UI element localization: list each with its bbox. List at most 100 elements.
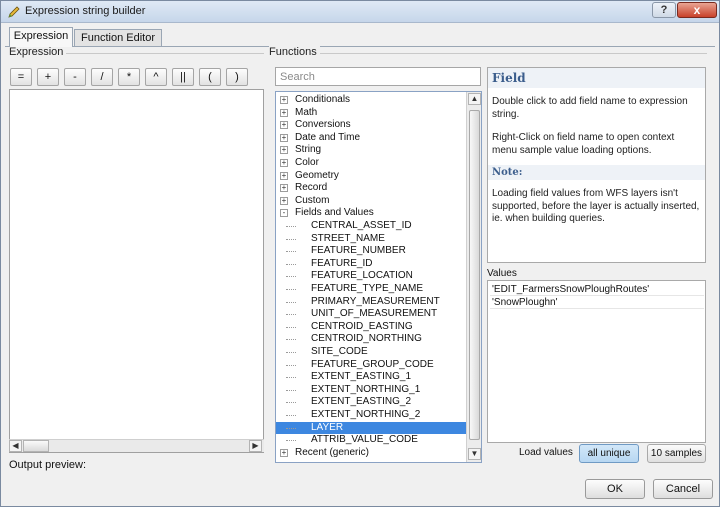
tree-field-item[interactable]: PRIMARY_MEASUREMENT bbox=[276, 296, 466, 309]
expression-builder-window: Expression string builder ? x Expression… bbox=[0, 0, 720, 507]
tree-category[interactable]: - Fields and Values bbox=[276, 207, 466, 220]
title-bar[interactable]: Expression string builder ? x bbox=[1, 1, 719, 23]
tree-field-item[interactable]: FEATURE_GROUP_CODE bbox=[276, 359, 466, 372]
tree-category[interactable]: + Conditionals bbox=[276, 94, 466, 107]
tree-branch-line bbox=[286, 402, 296, 404]
pencil-icon bbox=[8, 6, 20, 18]
tab-expression[interactable]: Expression bbox=[9, 27, 73, 47]
cancel-button[interactable]: Cancel bbox=[653, 479, 713, 499]
operator-minus-button[interactable]: - bbox=[64, 68, 86, 86]
tree-field-item[interactable]: CENTROID_NORTHING bbox=[276, 333, 466, 346]
tree-item-label: FEATURE_TYPE_NAME bbox=[311, 283, 424, 294]
tab-function-editor[interactable]: Function Editor bbox=[74, 29, 162, 47]
function-search-input[interactable] bbox=[275, 67, 481, 86]
value-item[interactable]: 'SnowPloughn' bbox=[490, 297, 704, 309]
operator-equals-button[interactable]: = bbox=[10, 68, 32, 86]
scroll-left-icon[interactable]: ◀ bbox=[9, 440, 22, 452]
operator-power-button[interactable]: ^ bbox=[145, 68, 167, 86]
tree-item-label: Color bbox=[295, 157, 319, 168]
tree-category[interactable]: + Record bbox=[276, 182, 466, 195]
values-label: Values bbox=[487, 268, 517, 279]
expand-icon[interactable]: + bbox=[280, 146, 288, 155]
ok-button[interactable]: OK bbox=[585, 479, 645, 499]
tree-branch-line bbox=[286, 326, 296, 328]
scroll-thumb[interactable] bbox=[23, 440, 49, 452]
operator-plus-button[interactable]: + bbox=[37, 68, 59, 86]
expand-icon[interactable]: + bbox=[280, 108, 288, 117]
tree-field-item[interactable]: EXTENT_EASTING_2 bbox=[276, 396, 466, 409]
tree-field-item[interactable]: CENTRAL_ASSET_ID bbox=[276, 220, 466, 233]
scroll-down-icon[interactable]: ▼ bbox=[468, 448, 481, 460]
tree-category[interactable]: + Recent (generic) bbox=[276, 447, 466, 460]
expand-icon[interactable]: + bbox=[280, 184, 288, 193]
expand-icon[interactable]: + bbox=[280, 133, 288, 142]
operator-divide-button[interactable]: / bbox=[91, 68, 113, 86]
expression-editor[interactable] bbox=[9, 89, 264, 453]
ten-samples-button[interactable]: 10 samples bbox=[647, 444, 706, 463]
tree-branch-line bbox=[286, 440, 296, 442]
tree-field-item[interactable]: EXTENT_EASTING_1 bbox=[276, 371, 466, 384]
scroll-up-icon[interactable]: ▲ bbox=[468, 93, 481, 105]
tree-item-label: EXTENT_NORTHING_2 bbox=[311, 409, 421, 420]
tree-category[interactable]: + Custom bbox=[276, 195, 466, 208]
tree-item-label: UNIT_OF_MEASUREMENT bbox=[311, 308, 438, 320]
tree-branch-line bbox=[286, 314, 296, 316]
tree-field-item[interactable]: EXTENT_NORTHING_2 bbox=[276, 409, 466, 422]
tree-category[interactable]: + String bbox=[276, 144, 466, 157]
tree-category[interactable]: + Conversions bbox=[276, 119, 466, 132]
operator-concat-button[interactable]: || bbox=[172, 68, 194, 86]
value-item[interactable]: 'EDIT_FarmersSnowPloughRoutes' bbox=[490, 284, 704, 296]
expand-icon[interactable]: + bbox=[280, 96, 288, 104]
tree-item-label: CENTROID_NORTHING bbox=[311, 333, 422, 345]
tree-category[interactable]: + Math bbox=[276, 107, 466, 120]
tree-branch-line bbox=[286, 415, 296, 416]
tree-item-label: EXTENT_EASTING_1 bbox=[311, 371, 412, 383]
expand-icon[interactable]: + bbox=[280, 171, 288, 180]
tree-category[interactable]: + Date and Time bbox=[276, 132, 466, 145]
tree-branch-line bbox=[286, 339, 296, 341]
tree-branch-line bbox=[286, 251, 296, 253]
tree-field-item[interactable]: UNIT_OF_MEASUREMENT bbox=[276, 308, 466, 321]
functions-group-label: Functions bbox=[269, 46, 320, 58]
tree-branch-line bbox=[286, 377, 296, 379]
operator-multiply-button[interactable]: * bbox=[118, 68, 140, 86]
operator-open-paren-button[interactable]: ( bbox=[199, 68, 221, 86]
function-tree[interactable]: + Conditionals + Math + Conversions + Date and … bbox=[275, 91, 482, 463]
tree-item-label: Fields and Values bbox=[295, 207, 374, 219]
collapse-icon[interactable]: - bbox=[280, 209, 288, 218]
tree-item-label: SITE_CODE bbox=[311, 346, 368, 357]
close-button[interactable]: x bbox=[677, 2, 717, 18]
tree-category[interactable]: + Geometry bbox=[276, 170, 466, 183]
tree-item-label: Custom bbox=[295, 194, 330, 206]
expand-icon[interactable]: + bbox=[280, 159, 288, 167]
tree-item-label: FEATURE_LOCATION bbox=[311, 270, 413, 282]
expression-horizontal-scrollbar[interactable]: ◀ ▶ bbox=[9, 439, 264, 452]
tree-field-item[interactable]: ATTRIB_VALUE_CODE bbox=[276, 434, 466, 447]
function-tree-scrollbar[interactable]: ▲ ▼ bbox=[466, 92, 481, 462]
tree-scroll-thumb[interactable] bbox=[469, 110, 480, 440]
expand-icon[interactable]: + bbox=[280, 448, 288, 457]
output-preview-label: Output preview: bbox=[9, 459, 87, 471]
tree-item-label: Date and Time bbox=[295, 131, 361, 143]
operator-close-paren-button[interactable]: ) bbox=[226, 68, 248, 86]
expand-icon[interactable]: + bbox=[280, 196, 288, 205]
tree-branch-line bbox=[286, 276, 296, 278]
expand-icon[interactable]: + bbox=[280, 121, 288, 130]
tree-branch-line bbox=[286, 352, 296, 353]
tree-field-item[interactable]: SITE_CODE bbox=[276, 346, 466, 359]
tree-field-item[interactable]: FEATURE_LOCATION bbox=[276, 270, 466, 283]
tree-category[interactable]: + Color bbox=[276, 157, 466, 170]
load-values-label: Load values bbox=[519, 447, 573, 458]
tree-item-label: Conversions bbox=[295, 119, 351, 131]
tree-field-item[interactable]: STREET_NAME bbox=[276, 233, 466, 246]
scroll-right-icon[interactable]: ▶ bbox=[249, 440, 262, 452]
tree-field-item[interactable]: CENTROID_EASTING bbox=[276, 321, 466, 334]
values-list[interactable]: 'EDIT_FarmersSnowPloughRoutes' 'SnowPlou… bbox=[487, 280, 706, 443]
help-button[interactable]: ? bbox=[652, 2, 676, 18]
tree-field-item[interactable]: EXTENT_NORTHING_1 bbox=[276, 384, 466, 397]
tree-field-item[interactable]: LAYER bbox=[276, 421, 466, 435]
tree-field-item[interactable]: FEATURE_ID bbox=[276, 258, 466, 271]
all-unique-button[interactable]: all unique bbox=[579, 444, 639, 463]
tree-field-item[interactable]: FEATURE_TYPE_NAME bbox=[276, 283, 466, 296]
tree-field-item[interactable]: FEATURE_NUMBER bbox=[276, 245, 466, 258]
